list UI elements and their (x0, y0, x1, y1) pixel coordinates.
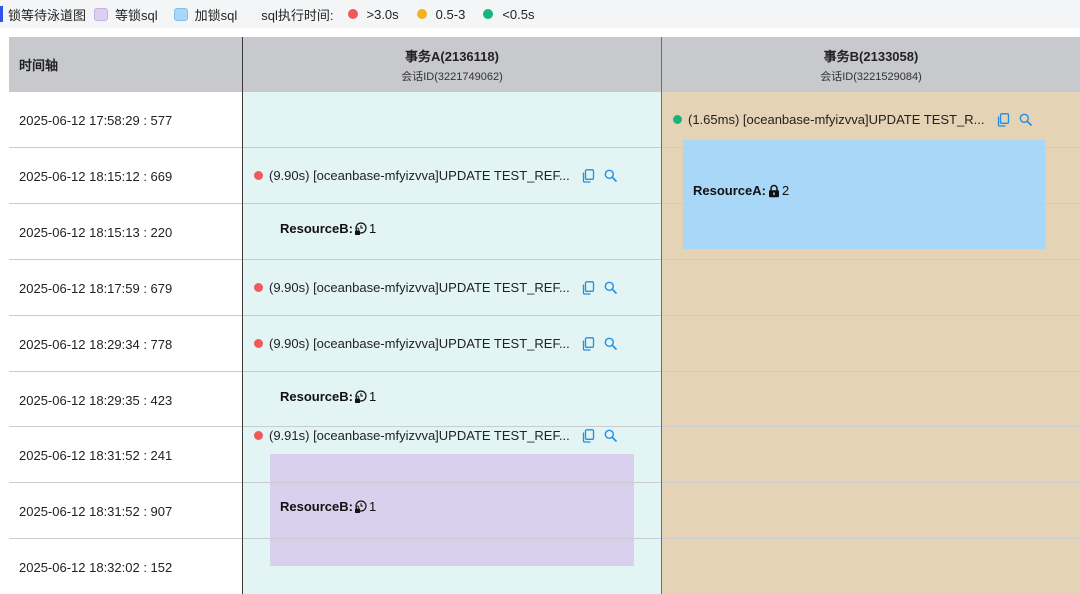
mid-dot-icon (416, 9, 427, 19)
resource-count: 1 (368, 221, 377, 236)
slow-dot-icon (254, 171, 263, 180)
search-icon[interactable] (604, 429, 618, 443)
sql-entry: (1.65ms) [oceanbase-mfyizvva]UPDATE TEST… (673, 112, 1040, 127)
time-axis-header: 时间轴 (19, 58, 59, 73)
resource-name: ResourceA: (693, 183, 766, 198)
tx-a-session: 会话ID(3221749062) (401, 70, 503, 83)
resource-count: 1 (368, 389, 377, 404)
legend-fast-label: <0.5s (502, 6, 535, 22)
legend-bar: 锁等待泳道图 等锁sql 加锁sql sql执行时间: >3.0s 0.5-3 … (0, 0, 1080, 28)
legend-slow-item: >3.0s (347, 6, 399, 22)
tx-b-header: 事务B(2133058) 会话ID(3221529084) (662, 37, 1080, 92)
legend-accent (0, 6, 3, 22)
legend-lock-label: 加锁sql (194, 7, 238, 23)
resource-name: ResourceB: (280, 499, 353, 514)
time-cell: 2025-06-12 18:31:52 : 241 (19, 447, 173, 463)
copy-icon[interactable] (996, 112, 1010, 127)
lock-swatch (173, 7, 188, 21)
fast-dot-icon (673, 115, 682, 124)
slow-dot-icon (347, 9, 358, 19)
copy-icon[interactable] (582, 428, 596, 443)
time-cell: 2025-06-12 18:15:12 : 669 (19, 168, 173, 184)
resource-label: ResourceB: 1 (280, 221, 376, 236)
lock-clock-icon (354, 499, 368, 514)
legend-mid-item: 0.5-3 (416, 6, 466, 22)
resource-count: 2 (781, 183, 790, 198)
legend-time-label: sql执行时间: (261, 7, 334, 23)
time-cell: 2025-06-12 18:29:35 : 423 (19, 392, 173, 408)
legend-title: 锁等待泳道图 (8, 7, 87, 23)
time-cell: 2025-06-12 18:15:13 : 220 (19, 224, 173, 240)
sql-entry: (9.90s) [oceanbase-mfyizvva]UPDATE TEST_… (254, 336, 626, 351)
column-divider (242, 37, 243, 594)
sql-text: (1.65ms) [oceanbase-mfyizvva]UPDATE TEST… (688, 112, 985, 127)
sql-text: (9.90s) [oceanbase-mfyizvva]UPDATE TEST_… (269, 280, 570, 295)
sql-entry: (9.91s) [oceanbase-mfyizvva]UPDATE TEST_… (254, 428, 626, 443)
time-cell: 2025-06-12 17:58:29 : 577 (19, 112, 173, 128)
copy-icon[interactable] (582, 280, 596, 295)
fast-dot-icon (483, 9, 494, 19)
legend-lock-item: 加锁sql (173, 5, 238, 24)
resource-count: 1 (368, 499, 377, 514)
resource-label: ResourceB: 1 (280, 499, 376, 514)
time-cell: 2025-06-12 18:29:34 : 778 (19, 336, 173, 352)
sql-entry: (9.90s) [oceanbase-mfyizvva]UPDATE TEST_… (254, 168, 626, 183)
resource-label: ResourceB: 1 (280, 389, 376, 404)
resource-name: ResourceB: (280, 221, 353, 236)
slow-dot-icon (254, 431, 263, 440)
search-icon[interactable] (604, 337, 618, 351)
resource-name: ResourceB: (280, 389, 353, 404)
lock-clock-icon (354, 389, 368, 404)
sql-entry: (9.90s) [oceanbase-mfyizvva]UPDATE TEST_… (254, 280, 626, 295)
legend-slow-label: >3.0s (366, 6, 399, 22)
tx-a-header: 事务A(2136118) 会话ID(3221749062) (243, 37, 661, 92)
slow-dot-icon (254, 339, 263, 348)
sql-text: (9.90s) [oceanbase-mfyizvva]UPDATE TEST_… (269, 168, 570, 183)
column-divider (661, 37, 662, 594)
legend-fast-item: <0.5s (483, 7, 534, 22)
slow-dot-icon (254, 283, 263, 292)
tx-b-session: 会话ID(3221529084) (820, 70, 922, 83)
time-cell: 2025-06-12 18:17:59 : 679 (19, 280, 173, 296)
tx-a-title: 事务A(2136118) (405, 48, 499, 64)
legend-wait-item: 等锁sql (94, 5, 158, 24)
resource-label: ResourceA: 2 (693, 183, 789, 198)
time-cell: 2025-06-12 18:31:52 : 907 (19, 503, 173, 519)
legend-wait-label: 等锁sql (115, 7, 158, 23)
tx-b-title: 事务B(2133058) (823, 48, 919, 64)
lock-clock-icon (354, 221, 368, 236)
swimlane-table: 时间轴 事务A(2136118) 会话ID(3221749062) 事务B(21… (9, 37, 1080, 594)
table-header: 时间轴 事务A(2136118) 会话ID(3221749062) 事务B(21… (9, 37, 1080, 92)
legend-mid-label: 0.5-3 (435, 6, 466, 22)
sql-text: (9.91s) [oceanbase-mfyizvva]UPDATE TEST_… (269, 428, 570, 443)
time-cell: 2025-06-12 18:32:02 : 152 (19, 559, 173, 575)
search-icon[interactable] (604, 281, 618, 295)
copy-icon[interactable] (582, 336, 596, 351)
copy-icon[interactable] (582, 168, 596, 183)
lock-icon (767, 184, 781, 198)
wait-swatch (94, 7, 109, 21)
search-icon[interactable] (1018, 113, 1032, 127)
sql-text: (9.90s) [oceanbase-mfyizvva]UPDATE TEST_… (269, 336, 570, 351)
search-icon[interactable] (604, 169, 618, 183)
